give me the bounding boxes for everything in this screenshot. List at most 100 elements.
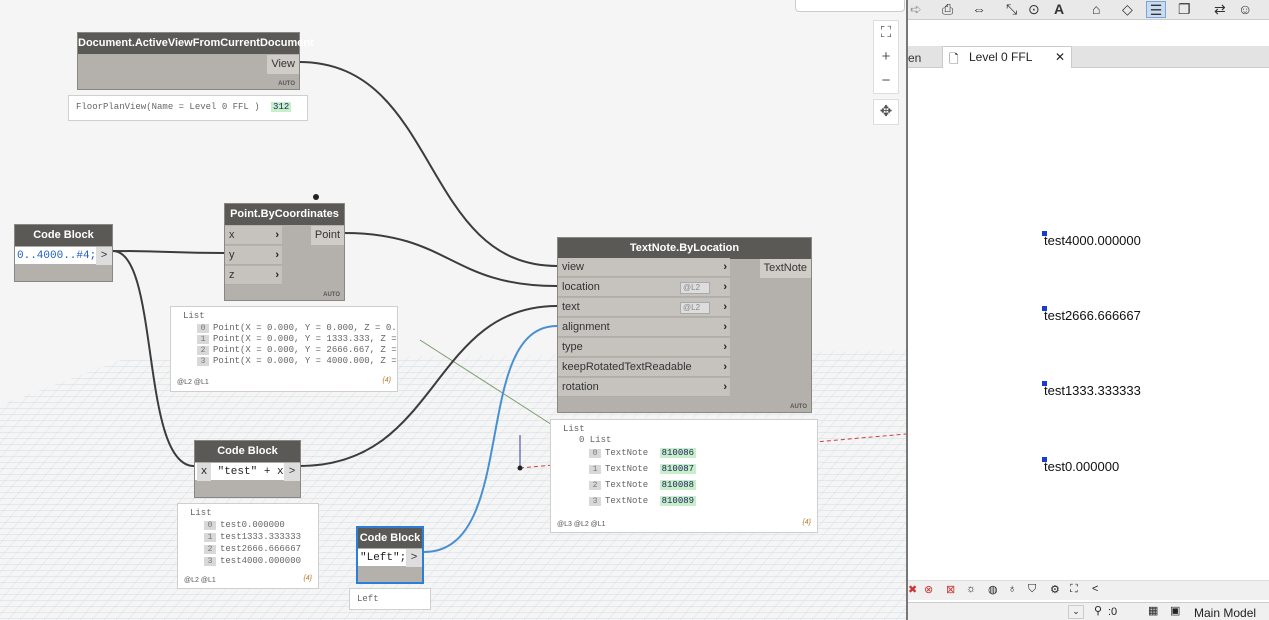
close-icon[interactable]: ✕: [1055, 50, 1065, 64]
input-port-rotation[interactable]: rotation ›: [558, 378, 730, 397]
design-options-icon[interactable]: ▣: [1170, 604, 1180, 617]
list-item: Point(X = 0.000, Y = 1333.333, Z = 0: [213, 334, 398, 344]
output-port-textnote[interactable]: TextNote: [759, 259, 811, 278]
tab-previous[interactable]: en: [908, 48, 921, 68]
output-port-view[interactable]: View: [267, 55, 299, 74]
input-port-y[interactable]: y ›: [225, 246, 282, 265]
collapse-arrow[interactable]: <: [1092, 583, 1098, 595]
text-note-4000[interactable]: test4000.000000: [1042, 231, 1141, 248]
tab-title: Level 0 FFL: [969, 50, 1033, 64]
input-port-type[interactable]: type ›: [558, 338, 730, 357]
code-editor[interactable]: 0..4000..#4; >: [15, 246, 112, 265]
lacing-selector[interactable]: @L2: [680, 282, 710, 294]
lightbulb-icon[interactable]: ♁: [1008, 583, 1016, 595]
thin-lines-icon[interactable]: ☰: [1146, 1, 1166, 18]
preview-id: 312: [271, 102, 292, 112]
print-icon[interactable]: ⎙: [942, 1, 953, 18]
redo-icon[interactable]: ➪: [910, 1, 922, 18]
visual-style-icon[interactable]: ⊠: [946, 583, 955, 596]
input-port-z[interactable]: z ›: [225, 266, 282, 285]
temporary-hide-icon[interactable]: ⚙: [1050, 583, 1060, 596]
sync-icon[interactable]: ⇄: [1214, 1, 1226, 18]
dropdown-icon[interactable]: ⌄: [1068, 605, 1084, 619]
element-id[interactable]: 810089: [659, 496, 697, 506]
text-note-label: test0.000000: [1044, 459, 1120, 474]
list-index: 0: [197, 324, 209, 333]
input-port-view[interactable]: view ›: [558, 258, 730, 277]
input-port-keep-rotated[interactable]: keepRotatedTextReadable ›: [558, 358, 730, 377]
pan-button[interactable]: ✥: [873, 99, 899, 125]
status-bar: ⌄ ⚲ :0 ▦ ▣ Main Model: [908, 602, 1269, 620]
port-label: y: [229, 249, 235, 261]
tag-icon[interactable]: ⊙: [1028, 1, 1040, 18]
filter-icon[interactable]: ⚲: [1094, 604, 1102, 617]
quick-access-toolbar: ➪ ⎙ ⇔ ⤡ ⊙ A ⌂ ◇ ☰ ❐ ⇄ ☺: [908, 0, 1269, 20]
worksets-icon[interactable]: ▦: [1148, 604, 1158, 617]
code-editor[interactable]: "Left"; >: [358, 548, 422, 567]
node-code-block-range[interactable]: Code Block 0..4000..#4; >: [14, 224, 113, 282]
3d-view-icon[interactable]: ⌂: [1092, 1, 1100, 18]
sun-path-icon[interactable]: ☼: [966, 583, 976, 595]
input-port-text[interactable]: text @L2 ›: [558, 298, 730, 317]
element-id[interactable]: 810088: [659, 480, 697, 490]
user-icon[interactable]: ☺: [1238, 1, 1252, 18]
input-port-alignment[interactable]: alignment ›: [558, 318, 730, 337]
list-item: test2666.666667: [220, 544, 302, 554]
list-item: TextNote: [605, 464, 649, 474]
code-text: "Left";: [360, 552, 407, 564]
input-port-x[interactable]: x ›: [225, 226, 282, 245]
node-active-view[interactable]: Document.ActiveViewFromCurrentDocument V…: [77, 32, 314, 90]
node-code-block-text[interactable]: Code Block x "test" + x; >: [194, 440, 301, 498]
dimension-icon[interactable]: ⤡: [1006, 1, 1017, 18]
zoom-out-button[interactable]: −: [874, 69, 898, 93]
list-item: test1333.333333: [220, 532, 302, 542]
switch-windows-icon[interactable]: ❐: [1178, 1, 1191, 18]
output-port[interactable]: >: [284, 463, 300, 481]
preview-active-view: FloorPlanView(Name = Level 0 FFL ) 312: [68, 95, 308, 121]
output-port[interactable]: >: [96, 247, 112, 265]
list-item: Point(X = 0.000, Y = 2666.667, Z = 0: [213, 345, 398, 355]
view-tab-bar: en 🗋 Level 0 FFL ✕: [908, 46, 1269, 68]
detail-level-icon[interactable]: ⊗: [924, 583, 933, 596]
element-id[interactable]: 810087: [659, 464, 697, 474]
canvas-top-tool[interactable]: [795, 0, 905, 12]
preview-header: List: [183, 311, 205, 321]
list-index: 2: [197, 346, 209, 355]
section-icon[interactable]: ◇: [1122, 1, 1133, 18]
dynamo-canvas[interactable]: Document.ActiveViewFromCurrentDocument V…: [0, 0, 906, 620]
measure-icon[interactable]: ⇔: [972, 1, 986, 18]
text-note-2666[interactable]: test2666.666667: [1042, 306, 1141, 323]
lacing-selector[interactable]: @L2: [680, 302, 710, 314]
preview-point: List 0 Point(X = 0.000, Y = 0.000, Z = 0.…: [170, 306, 398, 392]
text-icon[interactable]: A: [1054, 1, 1064, 18]
selection-count: :0: [1108, 606, 1118, 618]
list-item: TextNote: [605, 496, 649, 506]
shadows-icon[interactable]: ◍: [988, 583, 998, 596]
node-title: Point.ByCoordinates: [225, 204, 344, 225]
zoom-in-button[interactable]: +: [874, 45, 898, 69]
zoom-fit-button[interactable]: ⛶: [874, 21, 898, 45]
port-label: text: [562, 301, 580, 313]
tab-level-0-ffl[interactable]: 🗋 Level 0 FFL ✕: [942, 46, 1072, 68]
input-port-x[interactable]: x: [197, 463, 211, 481]
list-index: 3: [197, 357, 209, 366]
code-text: 0..4000..#4;: [17, 250, 97, 262]
scale-icon[interactable]: ✖: [908, 583, 917, 596]
port-label: z: [229, 269, 235, 281]
input-port-location[interactable]: location @L2 ›: [558, 278, 730, 297]
code-editor[interactable]: x "test" + x; >: [195, 462, 300, 481]
list-index: 0: [589, 449, 601, 458]
node-point-by-coordinates[interactable]: Point.ByCoordinates x › y › z › Point AUTO: [224, 203, 345, 301]
output-port[interactable]: >: [406, 549, 422, 567]
node-code-block-left[interactable]: Code Block "Left"; >: [356, 526, 424, 584]
output-port-point[interactable]: Point: [310, 226, 344, 245]
active-model[interactable]: Main Model: [1194, 606, 1256, 620]
text-note-0[interactable]: test0.000000: [1042, 457, 1120, 474]
reveal-icon[interactable]: ⛶: [1070, 583, 1078, 596]
node-textnote-by-location[interactable]: TextNote.ByLocation view › location @L2 › t…: [557, 237, 812, 413]
text-note-1333[interactable]: test1333.333333: [1042, 381, 1141, 398]
element-id[interactable]: 810086: [659, 448, 697, 458]
crop-icon[interactable]: ⛉: [1028, 583, 1036, 596]
list-count: {4}: [382, 377, 391, 384]
node-title: TextNote.ByLocation: [558, 238, 811, 259]
